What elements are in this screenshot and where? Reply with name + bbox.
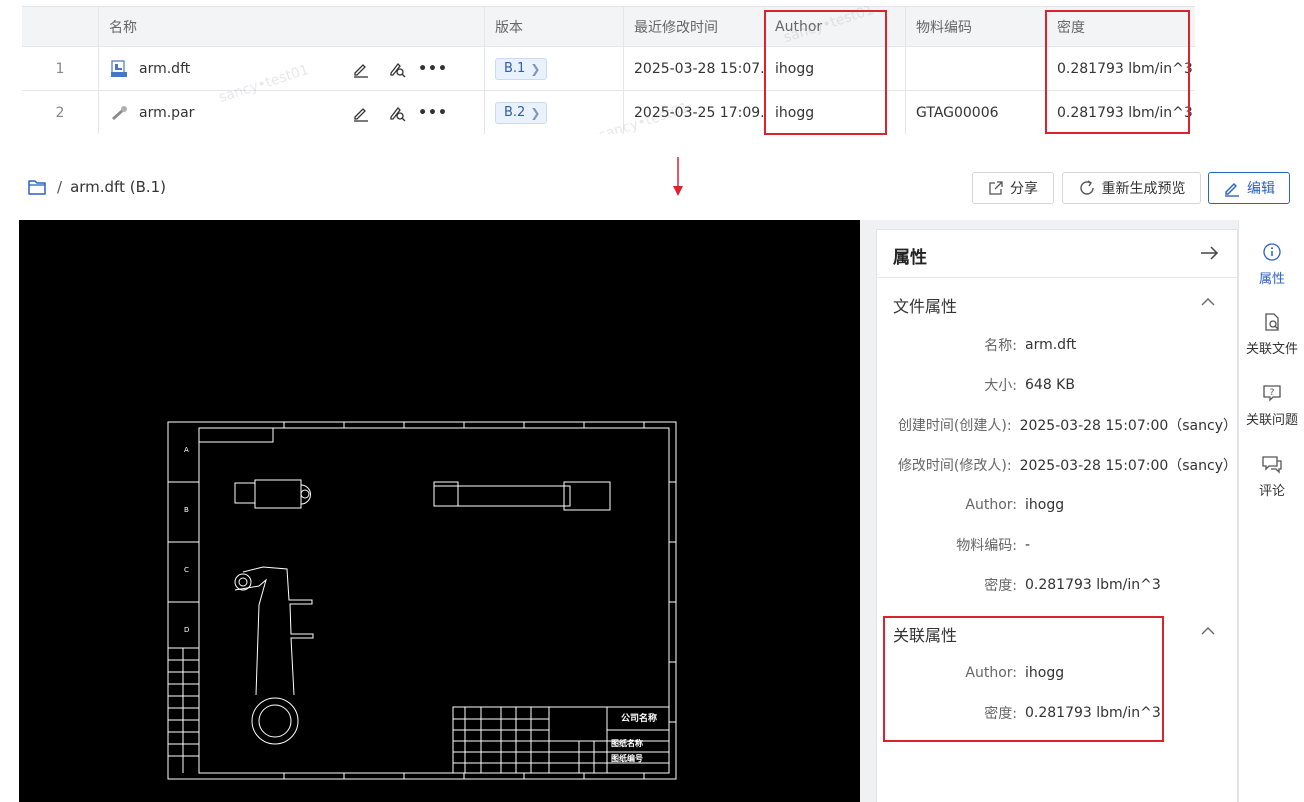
edit-icon[interactable] bbox=[351, 59, 371, 79]
file-name-link[interactable]: arm.par bbox=[139, 105, 351, 121]
chevron-up-icon[interactable] bbox=[1201, 626, 1215, 636]
linked-properties-section-title[interactable]: 关联属性 bbox=[893, 622, 957, 646]
preview-icon[interactable] bbox=[387, 59, 407, 79]
title-block-drawing-no: 图纸编号 bbox=[611, 753, 643, 763]
more-icon[interactable]: ••• bbox=[418, 59, 447, 79]
rail-label: 关联文件 bbox=[1245, 342, 1298, 357]
author-cell: ihogg bbox=[765, 47, 906, 90]
down-arrow-icon bbox=[673, 157, 683, 196]
row-index: 1 bbox=[22, 47, 99, 90]
refresh-icon bbox=[1079, 180, 1094, 195]
linked-prop-author: Author: ihogg bbox=[965, 665, 1065, 681]
share-label: 分享 bbox=[1010, 181, 1038, 197]
prop-material-code: 物料编码: - bbox=[956, 537, 1031, 554]
material-code-cell: GTAG00006 bbox=[906, 91, 1047, 134]
zone-label: B bbox=[184, 506, 189, 514]
breadcrumb-separator: / bbox=[57, 178, 63, 196]
comment-icon bbox=[1262, 456, 1282, 474]
file-table: 名称 版本 最近修改时间 Author 物料编码 密度 1 arm.dft ••… bbox=[22, 6, 1195, 134]
regenerate-preview-button[interactable]: 重新生成预览 bbox=[1062, 172, 1201, 204]
regenerate-label: 重新生成预览 bbox=[1101, 181, 1186, 197]
rail-label: 评论 bbox=[1258, 484, 1285, 499]
breadcrumb: / arm.dft (B.1) bbox=[27, 176, 166, 198]
row-index: 2 bbox=[22, 91, 99, 134]
density-cell: 0.281793 lbm/in^3 bbox=[1057, 104, 1193, 121]
file-name-link[interactable]: arm.dft bbox=[139, 61, 351, 77]
draft-file-icon bbox=[109, 59, 129, 79]
author-cell: ihogg bbox=[765, 91, 906, 134]
name-cell: arm.dft ••• bbox=[99, 47, 485, 90]
version-cell: B.1 ❯ bbox=[485, 47, 624, 90]
version-tag[interactable]: B.1 ❯ bbox=[495, 57, 548, 80]
version-tag[interactable]: B.2 ❯ bbox=[495, 101, 548, 124]
question-icon: ? bbox=[1263, 385, 1281, 402]
prop-size: 大小: 648 KB bbox=[984, 377, 1075, 394]
share-icon bbox=[989, 181, 1003, 195]
table-row[interactable]: 1 arm.dft ••• B.1 ❯ 2025-03-28 15:07... i… bbox=[22, 47, 1195, 91]
prop-created: 创建时间(创建人): 2025-03-28 15:07:00（sancy） bbox=[897, 418, 1237, 434]
pencil-icon bbox=[1225, 183, 1239, 197]
properties-panel: 属性 文件属性 名称: arm.dft 大小: 648 KB 创建时间(创建人): 2… bbox=[876, 229, 1238, 802]
edit-icon[interactable] bbox=[351, 103, 371, 123]
modified-cell: 2025-03-28 15:07... bbox=[624, 47, 765, 90]
more-icon[interactable]: ••• bbox=[418, 103, 447, 123]
zone-label: C bbox=[184, 566, 189, 574]
material-code-cell bbox=[906, 47, 1047, 90]
index-header bbox=[22, 7, 99, 46]
rail-label: 属性 bbox=[1258, 272, 1285, 287]
modified-cell: 2025-03-25 17:09... bbox=[624, 91, 765, 134]
share-button[interactable]: 分享 bbox=[972, 172, 1054, 204]
svg-text:?: ? bbox=[1270, 388, 1275, 398]
table-row[interactable]: 2 arm.par ••• B.2 ❯ 2025-03-25 17:09... i… bbox=[22, 91, 1195, 134]
version-header[interactable]: 版本 bbox=[485, 7, 624, 46]
cad-drawing: A B C D 公司名称 图纸名称 图纸编号 bbox=[167, 421, 677, 780]
density-cell: 0.281793 lbm/in^3 bbox=[1057, 60, 1193, 77]
preview-icon[interactable] bbox=[387, 103, 407, 123]
prop-name: 名称: arm.dft bbox=[984, 337, 1077, 354]
breadcrumb-current: arm.dft (B.1) bbox=[70, 178, 167, 196]
rail-item-linked-issues[interactable]: ? 关联问题 bbox=[1239, 383, 1304, 428]
zone-label: D bbox=[184, 626, 189, 634]
rail-item-linked-files[interactable]: 关联文件 bbox=[1239, 312, 1304, 357]
linked-prop-density: 密度: 0.281793 lbm/in^3 bbox=[984, 705, 1161, 722]
name-cell: arm.par ••• bbox=[99, 91, 485, 134]
chevron-right-icon: ❯ bbox=[530, 61, 541, 76]
version-cell: B.2 ❯ bbox=[485, 91, 624, 134]
file-properties-section-title[interactable]: 文件属性 bbox=[893, 293, 957, 317]
prop-author: Author: ihogg bbox=[965, 497, 1065, 513]
edit-label: 编辑 bbox=[1247, 181, 1275, 197]
rail-label: 关联问题 bbox=[1245, 413, 1298, 428]
edit-button[interactable]: 编辑 bbox=[1208, 172, 1290, 204]
chevron-up-icon[interactable] bbox=[1201, 297, 1215, 307]
prop-density: 密度: 0.281793 lbm/in^3 bbox=[984, 577, 1161, 594]
prop-modified: 修改时间(修改人): 2025-03-28 15:07:00（sancy） bbox=[897, 458, 1237, 474]
chevron-right-icon: ❯ bbox=[530, 105, 541, 120]
drawing-viewer[interactable]: A B C D 公司名称 图纸名称 图纸编号 bbox=[19, 220, 860, 802]
title-block-drawing-name: 图纸名称 bbox=[611, 738, 643, 748]
linked-file-icon bbox=[1265, 313, 1279, 331]
material-code-header[interactable]: 物料编码 bbox=[906, 7, 1047, 46]
arrow-right-icon[interactable] bbox=[1199, 245, 1219, 261]
rail-item-properties[interactable]: 属性 bbox=[1239, 242, 1304, 287]
name-header[interactable]: 名称 bbox=[99, 7, 485, 46]
title-block-company: 公司名称 bbox=[621, 712, 657, 724]
author-header[interactable]: Author bbox=[765, 7, 906, 46]
density-header[interactable]: 密度 bbox=[1047, 7, 1195, 46]
table-header-row: 名称 版本 最近修改时间 Author 物料编码 密度 bbox=[22, 6, 1195, 47]
info-icon bbox=[1263, 243, 1281, 261]
side-rail: 属性 关联文件 ? 关联问题 评论 bbox=[1238, 220, 1304, 802]
folder-icon[interactable] bbox=[27, 178, 47, 196]
modified-header[interactable]: 最近修改时间 bbox=[624, 7, 765, 46]
panel-divider bbox=[877, 277, 1237, 278]
panel-title: 属性 bbox=[893, 248, 927, 268]
zone-label: A bbox=[184, 446, 189, 454]
part-file-icon bbox=[109, 103, 129, 123]
rail-item-comments[interactable]: 评论 bbox=[1239, 454, 1304, 499]
